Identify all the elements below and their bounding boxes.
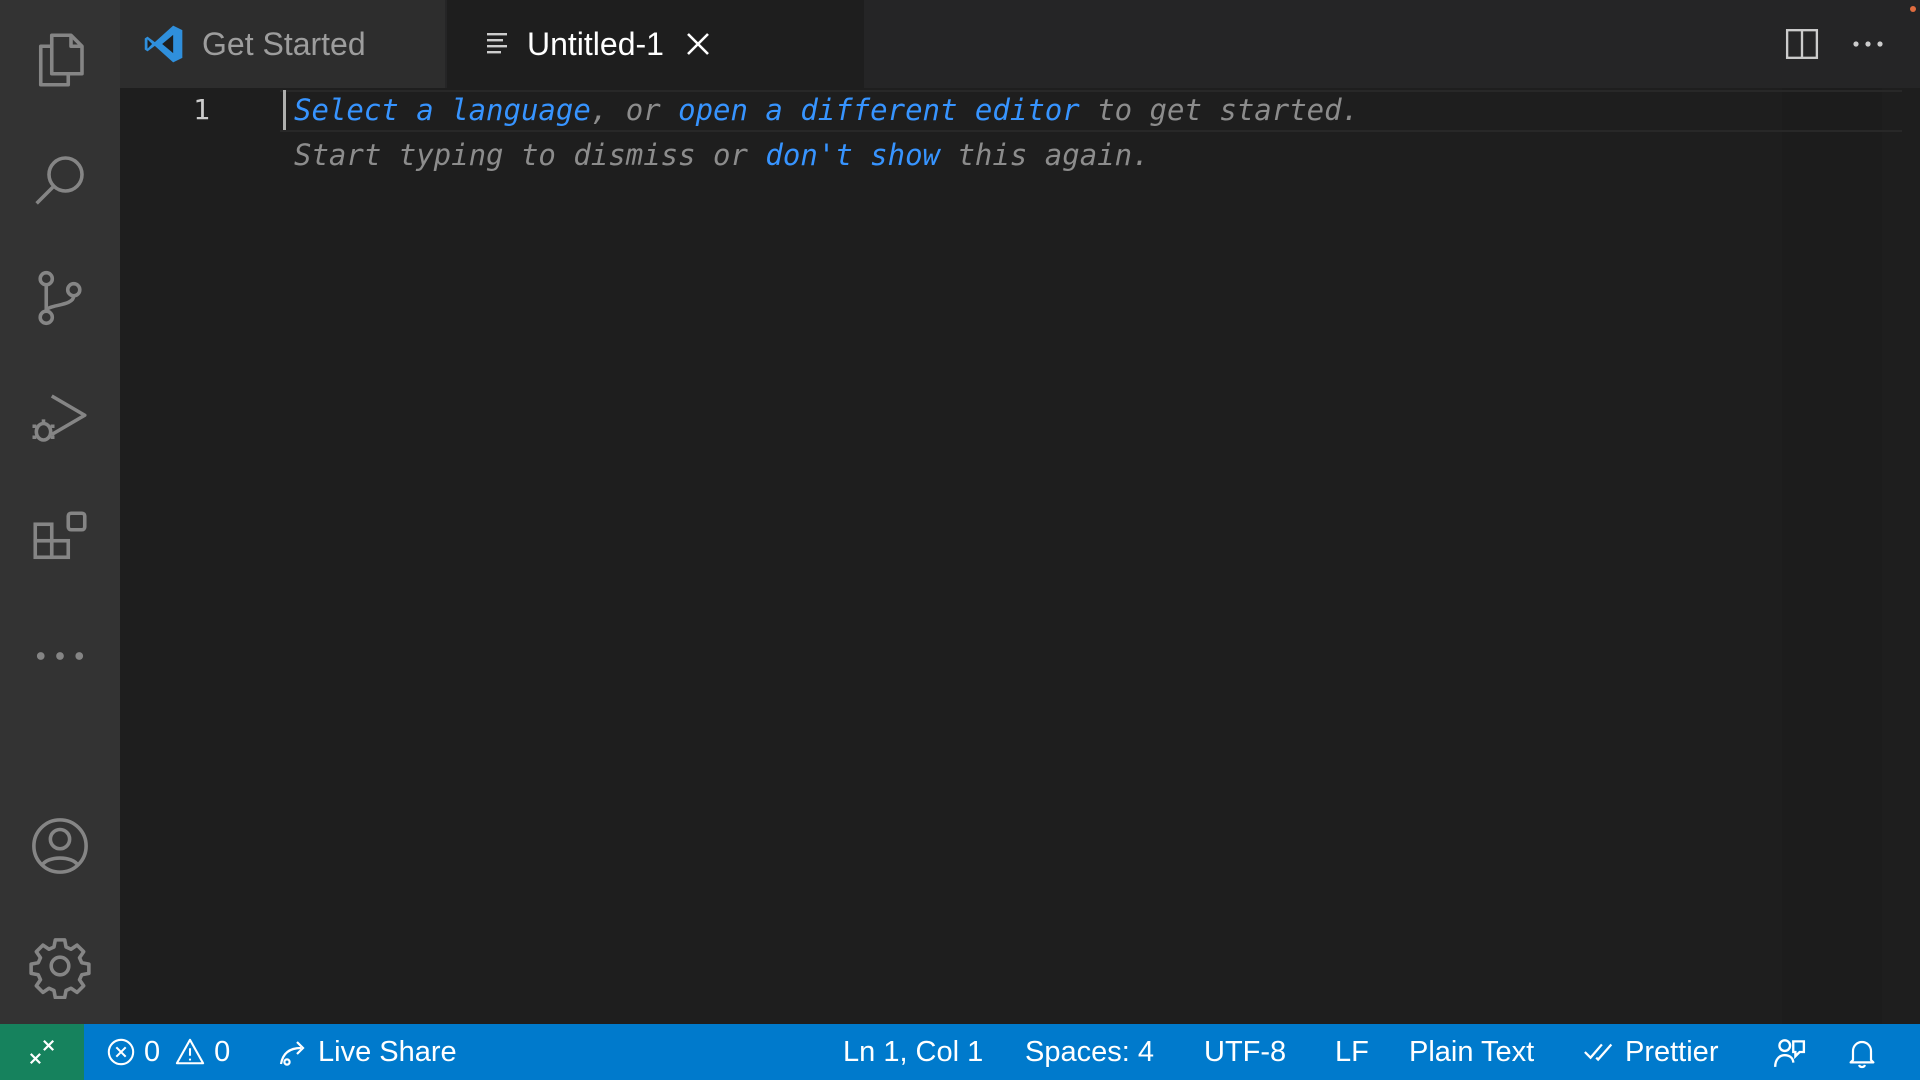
error-icon xyxy=(107,1038,135,1066)
end-of-line[interactable]: LF xyxy=(1335,1024,1369,1080)
more-actions-icon[interactable] xyxy=(1848,24,1888,64)
hint-text: to get started. xyxy=(1079,93,1360,127)
settings-gear-icon[interactable] xyxy=(0,916,120,1016)
feedback-icon[interactable] xyxy=(1772,1024,1806,1080)
editor-hint-line-1: Select a language, or open a different e… xyxy=(294,88,1359,132)
prettier-label: Prettier xyxy=(1625,1035,1719,1068)
tab-label: Untitled-1 xyxy=(527,25,664,62)
language-mode[interactable]: Plain Text xyxy=(1409,1024,1534,1080)
more-icon[interactable] xyxy=(0,606,120,706)
open-different-editor-link[interactable]: open a different editor xyxy=(678,93,1080,127)
warning-icon xyxy=(175,1038,205,1065)
update-indicator xyxy=(1910,6,1916,12)
notifications-bell-icon[interactable] xyxy=(1846,1024,1878,1080)
editor-actions xyxy=(1782,0,1920,88)
run-debug-icon[interactable] xyxy=(0,368,120,468)
status-bar: 0 0 Live Share Ln 1, Col 1 Spaces: 4 UTF… xyxy=(0,1024,1920,1080)
remote-indicator[interactable] xyxy=(0,1024,84,1080)
line-number: 1 xyxy=(193,93,210,126)
error-count: 0 xyxy=(144,1035,161,1068)
hint-text: this again. xyxy=(940,138,1150,172)
live-share-button[interactable]: Live Share xyxy=(276,1024,457,1080)
hint-text: , or xyxy=(590,93,679,127)
double-check-icon xyxy=(1584,1043,1613,1062)
hint-text: Start typing to dismiss or xyxy=(294,138,766,172)
indentation[interactable]: Spaces: 4 xyxy=(1025,1024,1154,1080)
tab-untitled-1[interactable]: Untitled-1 xyxy=(447,0,864,88)
editor-area[interactable]: 1 Select a language, or open a different… xyxy=(120,88,1920,1024)
remote-icon xyxy=(29,1039,55,1065)
minimap[interactable] xyxy=(1782,88,1882,1024)
select-language-link[interactable]: Select a language xyxy=(294,93,591,127)
live-share-icon xyxy=(279,1041,305,1066)
tab-get-started[interactable]: Get Started xyxy=(120,0,445,88)
cursor-position[interactable]: Ln 1, Col 1 xyxy=(843,1024,983,1080)
vscode-logo-icon xyxy=(142,22,186,66)
close-tab-icon[interactable] xyxy=(686,32,710,56)
explorer-icon[interactable] xyxy=(0,10,120,110)
text-cursor xyxy=(283,90,286,130)
extensions-icon[interactable] xyxy=(0,488,120,588)
prettier-button[interactable]: Prettier xyxy=(1583,1024,1718,1080)
activity-bar xyxy=(0,0,120,1024)
search-icon[interactable] xyxy=(0,130,120,230)
editor-tabs-bar: Get Started Untitled-1 xyxy=(120,0,1920,88)
dont-show-link[interactable]: don't show xyxy=(765,138,940,172)
editor-hint-line-2: Start typing to dismiss or don't show th… xyxy=(294,133,1150,177)
warning-count: 0 xyxy=(214,1035,231,1068)
account-icon[interactable] xyxy=(0,796,120,896)
vscode-window: Get Started Untitled-1 1 Select a langua… xyxy=(0,0,1920,1080)
live-share-label: Live Share xyxy=(318,1035,457,1068)
tab-label: Get Started xyxy=(202,25,366,62)
split-editor-icon[interactable] xyxy=(1782,24,1822,64)
text-file-icon xyxy=(487,31,511,57)
source-control-icon[interactable] xyxy=(0,248,120,348)
problems-indicator[interactable]: 0 0 xyxy=(106,1024,230,1080)
encoding[interactable]: UTF-8 xyxy=(1204,1024,1286,1080)
